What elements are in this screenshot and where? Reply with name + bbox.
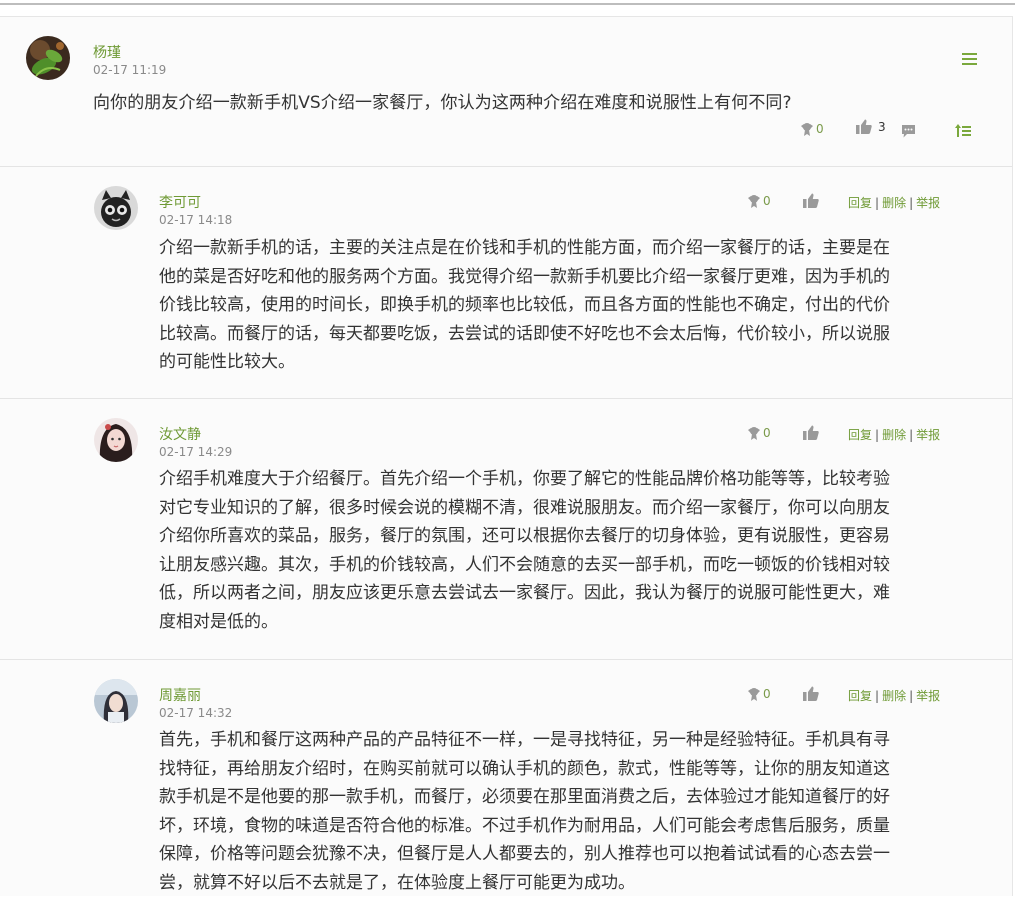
award-icon (800, 121, 814, 137)
comment-badge-button[interactable]: 0 (747, 686, 771, 702)
comment-line: 他的菜是否好吃和他的服务两个方面。我觉得介绍一款新手机要比介绍一家餐厅更难，因为… (159, 263, 890, 292)
comment-badge-button[interactable]: 0 (747, 193, 771, 209)
link-separator: | (909, 689, 913, 703)
comment-icon[interactable] (901, 124, 916, 138)
comment-badge-button[interactable]: 0 (747, 425, 771, 441)
comment-line: 介绍一款新手机的话，主要的关注点是在价钱和手机的性能方面，而介绍一家餐厅的话，主… (159, 234, 890, 263)
delete-link[interactable]: 删除 (882, 428, 906, 442)
delete-link[interactable]: 删除 (882, 689, 906, 703)
comment-line: 对它专业知识的了解，很多时候会说的模糊不清，很难说服朋友。而介绍一家餐厅，你可以… (159, 494, 890, 523)
comment-author-name[interactable]: 李可可 (159, 192, 201, 212)
post-author-name[interactable]: 杨瑾 (93, 42, 121, 62)
comment-text: 首先，手机和餐厅这两种产品的产品特征不一样，一是寻找特征，另一种是经验特征。手机… (159, 726, 890, 897)
post-time: 02-17 11:19 (93, 63, 166, 77)
comment-time: 02-17 14:32 (159, 706, 232, 720)
comment-line: 让朋友感兴趣。其次，手机的价钱较高，人们不会随意的去买一部手机，而吃一顿饭的价钱… (159, 551, 890, 580)
comment-line: 款手机是不是他要的那一款手机，而餐厅，必须要在那里面消费之后，去体验过才能知道餐… (159, 783, 890, 812)
link-separator: | (909, 196, 913, 210)
comment-line: 介绍你所喜欢的菜品，服务，餐厅的氛围，还可以根据你去餐厅的切身体验，更有说服性，… (159, 522, 890, 551)
comment-text: 介绍一款新手机的话，主要的关注点是在价钱和手机的性能方面，而介绍一家餐厅的话，主… (159, 234, 890, 377)
report-link[interactable]: 举报 (916, 689, 940, 703)
comment-time: 02-17 14:29 (159, 445, 232, 459)
comment-author-avatar[interactable] (94, 679, 138, 723)
post-like-count: 3 (878, 120, 886, 134)
comment-line: 首先，手机和餐厅这两种产品的产品特征不一样，一是寻找特征，另一种是经验特征。手机… (159, 726, 890, 755)
comment-author-name[interactable]: 汝文静 (159, 424, 201, 444)
thumbs-up-icon[interactable] (803, 193, 819, 208)
report-link[interactable]: 举报 (916, 196, 940, 210)
post-like-button[interactable]: 3 (856, 119, 886, 134)
comment-line: 保障，价格等问题会犹豫不决，但餐厅是人人都要去的，别人推荐也可以抱着试试看的心态… (159, 840, 890, 869)
post-badge-button[interactable]: 0 (800, 121, 824, 137)
comment-action-links: 回复|删除|举报 (848, 426, 940, 443)
link-separator: | (875, 428, 879, 442)
comment-line: 的可能性比较大。 (159, 348, 890, 377)
award-icon (747, 686, 761, 702)
comment-time: 02-17 14:18 (159, 213, 232, 227)
thumbs-up-icon (856, 119, 872, 134)
comment-line: 尝，就算不好以后不去就是了，在体验度上餐厅可能更为成功。 (159, 869, 890, 897)
comment-line: 价钱比较高，使用的时间长，即换手机的频率也比较低，而且各方面的性能也不确定，付出… (159, 291, 890, 320)
comment-badge-count: 0 (763, 687, 771, 701)
reply-link[interactable]: 回复 (848, 689, 872, 703)
menu-icon[interactable] (962, 50, 977, 69)
comment-line: 介绍手机难度大于介绍餐厅。首先介绍一个手机，你要了解它的性能品牌价格功能等等，比… (159, 465, 890, 494)
reply-link[interactable]: 回复 (848, 196, 872, 210)
post-badge-count: 0 (816, 122, 824, 136)
divider (0, 166, 1012, 167)
delete-link[interactable]: 删除 (882, 196, 906, 210)
top-divider (0, 3, 1015, 5)
divider (0, 398, 1012, 399)
award-icon (747, 425, 761, 441)
comment-line: 比较高。而餐厅的话，每天都要吃饭，去尝试的话即使不好吃也不会太后悔，代价较小，所… (159, 320, 890, 349)
comment-line: 坏，环境，食物的味道是否符合他的标准。不过手机作为耐用品，人们可能会考虑售后服务… (159, 812, 890, 841)
comment-author-avatar[interactable] (94, 186, 138, 230)
comment-badge-count: 0 (763, 194, 771, 208)
thumbs-up-icon[interactable] (803, 425, 819, 440)
link-separator: | (875, 196, 879, 210)
comment-author-avatar[interactable] (94, 418, 138, 462)
comment-badge-count: 0 (763, 426, 771, 440)
thumbs-up-icon[interactable] (803, 686, 819, 701)
post-question: 向你的朋友介绍一款新手机VS介绍一家餐厅，你认为这两种介绍在难度和说服性上有何不… (93, 88, 792, 113)
divider (0, 659, 1012, 660)
comment-line: 度相对是低的。 (159, 608, 890, 637)
comment-author-name[interactable]: 周嘉丽 (159, 685, 201, 705)
report-link[interactable]: 举报 (916, 428, 940, 442)
link-separator: | (909, 428, 913, 442)
reply-link[interactable]: 回复 (848, 428, 872, 442)
link-separator: | (875, 689, 879, 703)
comment-text: 介绍手机难度大于介绍餐厅。首先介绍一个手机，你要了解它的性能品牌价格功能等等，比… (159, 465, 890, 636)
comment-line: 找特征，再给朋友介绍时，在购买前就可以确认手机的颜色，款式，性能等等，让你的朋友… (159, 755, 890, 784)
sort-up-icon[interactable] (955, 124, 971, 137)
award-icon (747, 193, 761, 209)
comment-action-links: 回复|删除|举报 (848, 687, 940, 704)
comment-line: 低，所以两者之间，朋友应该更乐意去尝试去一家餐厅。因此，我认为餐厅的说服可能性更… (159, 579, 890, 608)
comment-action-links: 回复|删除|举报 (848, 194, 940, 211)
post-author-avatar[interactable] (26, 36, 70, 80)
